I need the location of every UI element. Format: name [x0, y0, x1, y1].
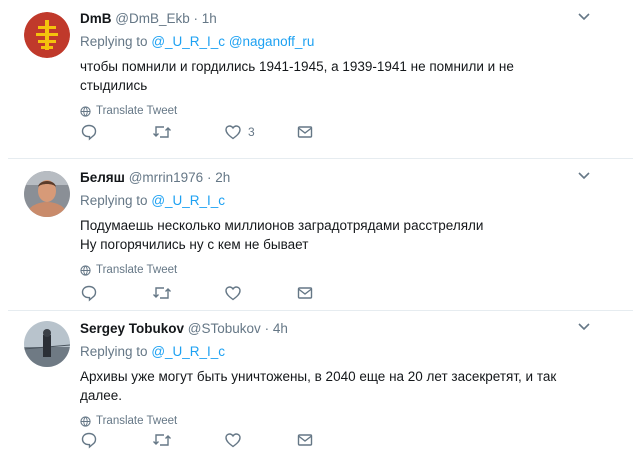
like-count: 3: [248, 125, 255, 139]
reply-feed: DmB @DmB_Ekb · 1h Replying to @_U_R_I_c …: [0, 0, 641, 456]
translate-tweet-link[interactable]: Translate Tweet: [80, 105, 611, 117]
like-icon: [225, 125, 241, 140]
replying-to: Replying to @_U_R_I_c: [80, 192, 611, 210]
retweet-button[interactable]: [152, 122, 224, 142]
mention-link[interactable]: @_U_R_I_c: [151, 34, 225, 49]
retweet-button[interactable]: [152, 283, 224, 303]
replying-to: Replying to @_U_R_I_c @naganoff_ru: [80, 33, 611, 51]
like-button[interactable]: [224, 283, 296, 303]
tweet-actions: 3: [80, 122, 368, 142]
tweet-text: чтобы помнили и гордились 1941-1945, а 1…: [80, 57, 611, 95]
globe-icon: [80, 415, 91, 427]
reply-icon: [81, 432, 97, 449]
separator-dot: ·: [206, 170, 212, 185]
globe-icon: [80, 105, 91, 117]
tweet-item[interactable]: DmB @DmB_Ekb · 1h Replying to @_U_R_I_c …: [0, 0, 641, 158]
like-button[interactable]: 3: [224, 122, 296, 142]
tweet-text-line: Архивы уже могут быть уничтожены, в 2040…: [80, 369, 557, 384]
avatar[interactable]: [24, 171, 70, 217]
reply-icon: [81, 285, 97, 302]
direct-message-button[interactable]: [296, 122, 368, 142]
retweet-icon: [153, 126, 171, 138]
chevron-down-icon[interactable]: [577, 169, 591, 183]
tweet-header: Sergey Tobukov @STobukov · 4h: [80, 320, 611, 338]
translate-tweet-link[interactable]: Translate Tweet: [80, 415, 611, 427]
timestamp[interactable]: 4h: [273, 321, 288, 336]
globe-icon: [80, 264, 91, 276]
avatar[interactable]: [24, 12, 70, 58]
retweet-icon: [153, 434, 171, 446]
tweet-text: Архивы уже могут быть уничтожены, в 2040…: [80, 367, 611, 405]
tweet-header: Беляш @mrrin1976 · 2h: [80, 169, 611, 187]
tweet-text-line: Подумаешь несколько миллионов заградотря…: [80, 218, 484, 233]
replying-label: Replying to: [80, 34, 148, 49]
like-button[interactable]: [224, 430, 296, 450]
separator-dot: ·: [264, 321, 270, 336]
message-icon: [297, 287, 313, 299]
mention-link[interactable]: @_U_R_I_c: [151, 193, 225, 208]
direct-message-button[interactable]: [296, 283, 368, 303]
mention-link[interactable]: @naganoff_ru: [229, 34, 315, 49]
tweet-item[interactable]: Беляш @mrrin1976 · 2h Replying to @_U_R_…: [0, 159, 641, 310]
tweet-item[interactable]: Sergey Tobukov @STobukov · 4h Replying t…: [0, 311, 641, 456]
translate-label: Translate Tweet: [96, 105, 178, 117]
tweet-text-line: далее.: [80, 388, 123, 403]
avatar[interactable]: [24, 321, 70, 367]
display-name[interactable]: Беляш: [80, 170, 125, 185]
tweet-content: Sergey Tobukov @STobukov · 4h Replying t…: [80, 320, 611, 427]
username[interactable]: @mrrin1976: [129, 170, 203, 185]
tweet-text: Подумаешь несколько миллионов заградотря…: [80, 216, 611, 254]
like-icon: [225, 286, 241, 301]
tweet-text-line: стыдились: [80, 78, 148, 93]
like-icon: [225, 433, 241, 448]
avatar-image: [24, 12, 70, 58]
translate-tweet-link[interactable]: Translate Tweet: [80, 264, 611, 276]
replying-label: Replying to: [80, 193, 148, 208]
avatar-image: [24, 171, 70, 217]
timestamp[interactable]: 1h: [202, 11, 217, 26]
tweet-text-line: чтобы помнили и гордились 1941-1945, а 1…: [80, 59, 514, 74]
translate-label: Translate Tweet: [96, 415, 178, 427]
tweet-actions: [80, 430, 368, 450]
direct-message-button[interactable]: [296, 430, 368, 450]
timestamp[interactable]: 2h: [215, 170, 230, 185]
reply-button[interactable]: [80, 430, 152, 450]
chevron-down-icon[interactable]: [577, 320, 591, 334]
tweet-content: Беляш @mrrin1976 · 2h Replying to @_U_R_…: [80, 169, 611, 276]
message-icon: [297, 434, 313, 446]
chevron-down-icon[interactable]: [577, 10, 591, 24]
tweet-header: DmB @DmB_Ekb · 1h: [80, 10, 611, 28]
message-icon: [297, 126, 313, 138]
reply-icon: [81, 124, 97, 141]
tweet-text-line: Ну погорячились ну с кем не бывает: [80, 237, 309, 252]
tweet-content: DmB @DmB_Ekb · 1h Replying to @_U_R_I_c …: [80, 10, 611, 117]
display-name[interactable]: Sergey Tobukov: [80, 321, 184, 336]
mention-link[interactable]: @_U_R_I_c: [151, 344, 225, 359]
replying-to: Replying to @_U_R_I_c: [80, 343, 611, 361]
tweet-actions: [80, 283, 368, 303]
avatar-image: [24, 321, 70, 367]
reply-button[interactable]: [80, 122, 152, 142]
retweet-icon: [153, 287, 171, 299]
username[interactable]: @STobukov: [188, 321, 261, 336]
username[interactable]: @DmB_Ekb: [115, 11, 189, 26]
replying-label: Replying to: [80, 344, 148, 359]
retweet-button[interactable]: [152, 430, 224, 450]
translate-label: Translate Tweet: [96, 264, 178, 276]
separator-dot: ·: [193, 11, 199, 26]
display-name[interactable]: DmB: [80, 11, 112, 26]
reply-button[interactable]: [80, 283, 152, 303]
